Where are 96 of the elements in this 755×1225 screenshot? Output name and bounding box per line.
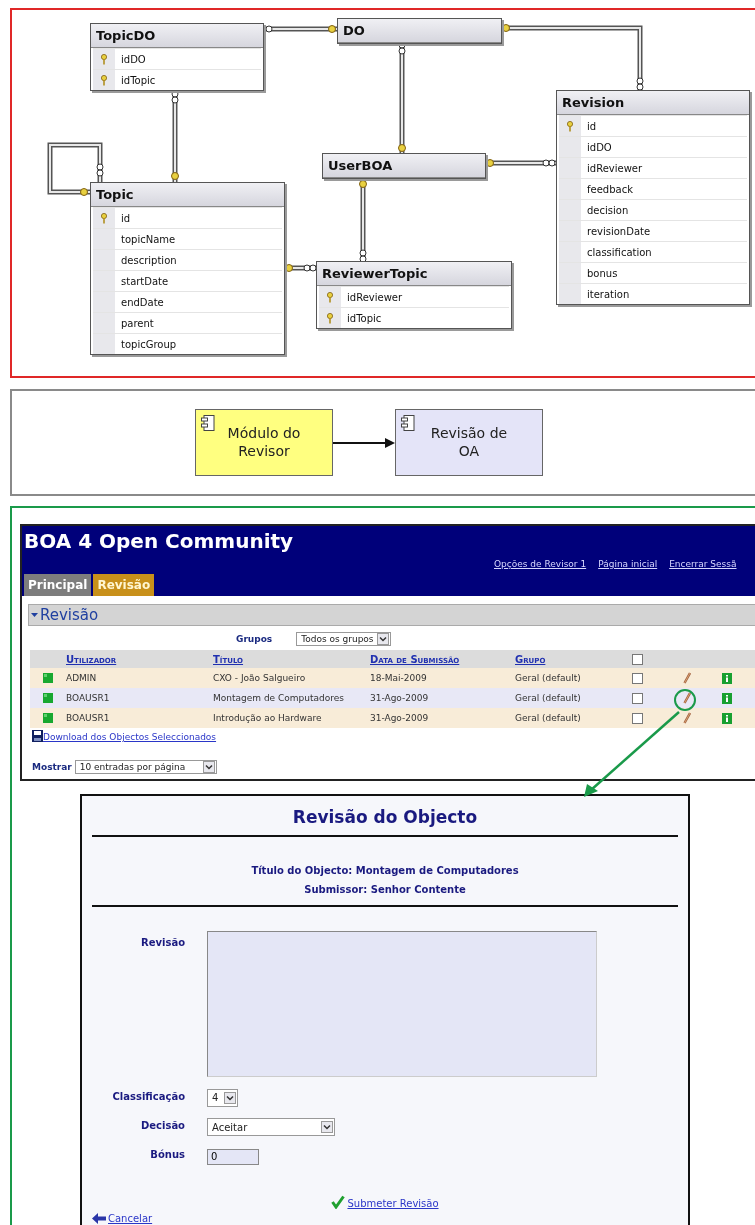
dropdown-caret-icon: [202, 761, 215, 773]
app-title: BOA 4 Open Community: [24, 528, 295, 553]
column-name: idReviewer: [586, 161, 644, 176]
row-checkbox[interactable]: [632, 692, 643, 704]
table-cell-text: 31-Ago-2009: [370, 692, 430, 705]
column-name: idTopic: [346, 311, 383, 326]
table-cell-text: Introdução ao Hardware: [213, 712, 323, 725]
section-title: Revisão: [40, 606, 99, 624]
field-label: Bónus: [149, 1149, 185, 1161]
component-box: Módulo do Revisor: [195, 409, 333, 476]
field-label: Revisão: [140, 936, 185, 948]
object-icon: [43, 713, 53, 723]
field-label: Mostrar: [32, 762, 72, 772]
info-icon[interactable]: [722, 672, 732, 684]
column-name: decision: [586, 203, 630, 218]
edit-pencil-icon[interactable]: [683, 712, 691, 724]
header-link[interactable]: Encerrar Sessã: [669, 559, 737, 569]
column-name: id: [586, 119, 598, 134]
download-link[interactable]: Download dos Objectos Seleccionados: [43, 732, 217, 742]
column-name: parent: [120, 316, 155, 331]
table-cell-text: CXO - João Salgueiro: [213, 672, 307, 685]
info-icon[interactable]: [722, 712, 732, 724]
dialog-title: Revisão do Objecto: [291, 806, 479, 829]
column-header[interactable]: Grupo: [515, 650, 632, 668]
column-name: description: [120, 253, 178, 268]
checkmark-icon: [331, 1194, 346, 1209]
dropdown-caret-icon: [321, 1121, 333, 1133]
component-icon: [201, 415, 215, 431]
key-icon: [100, 212, 108, 224]
dropdown-caret-icon: [224, 1091, 236, 1104]
table-name: UserBOA: [323, 154, 485, 178]
cancel-link[interactable]: Cancelar: [108, 1212, 153, 1224]
object-title: Título do Objecto: Montagem de Computadores: [251, 864, 519, 878]
column-name: revisionDate: [586, 224, 652, 239]
nav-tab[interactable]: Principal: [24, 574, 92, 596]
column-name: topicName: [120, 232, 177, 247]
table-cell-text: BOAUSR1: [66, 712, 111, 725]
submit-link[interactable]: Submeter Revisão: [347, 1197, 439, 1209]
column-header[interactable]: Utilizador: [66, 650, 213, 668]
column-header[interactable]: Título: [213, 650, 370, 668]
table-name: ReviewerTopic: [317, 262, 511, 286]
table-name: DO: [338, 19, 501, 43]
dropdown-caret-icon: [376, 633, 389, 645]
key-icon: [326, 312, 334, 324]
edit-pencil-icon[interactable]: [683, 672, 691, 684]
back-arrow-icon: [92, 1212, 106, 1224]
dropdown[interactable]: Aceitar: [207, 1118, 335, 1136]
column-name: idReviewer: [346, 290, 404, 305]
column-name: endDate: [120, 295, 165, 310]
table-cell-text: BOAUSR1: [66, 692, 111, 705]
arrow: [333, 437, 395, 448]
column-name: id: [120, 211, 132, 226]
column-name: idTopic: [120, 73, 157, 88]
table-cell-text: 31-Ago-2009: [370, 712, 430, 725]
column-name: idDO: [586, 140, 613, 155]
column-name: iteration: [586, 287, 631, 302]
column-header[interactable]: Data de Submissão: [370, 650, 515, 668]
column-name: classification: [586, 245, 653, 260]
header-link[interactable]: Opções de Revisor 1: [494, 559, 587, 569]
column-name: startDate: [120, 274, 170, 289]
table-name: Topic: [91, 183, 284, 207]
key-icon: [326, 291, 334, 303]
row-checkbox[interactable]: [632, 712, 643, 724]
table-name: TopicDO: [91, 24, 263, 48]
field-label: Decisão: [140, 1120, 185, 1132]
section-header[interactable]: Revisão: [28, 604, 755, 626]
groups-dropdown[interactable]: Todos os grupos: [296, 632, 391, 646]
field-label: Grupos: [236, 634, 273, 644]
table-cell-text: Geral (default): [515, 692, 582, 705]
table-name: Revision: [557, 91, 749, 115]
key-icon: [100, 53, 108, 65]
header-link[interactable]: Página inicial: [598, 559, 658, 569]
table-cell-text: Montagem de Computadores: [213, 692, 345, 705]
table-cell-text: Geral (default): [515, 712, 582, 725]
edit-pencil-icon[interactable]: [683, 692, 691, 704]
object-icon: [43, 693, 53, 703]
submitter: Submissor: Senhor Contente: [304, 883, 466, 897]
row-checkbox[interactable]: [632, 672, 643, 684]
component-icon: [401, 415, 415, 431]
select-all-checkbox[interactable]: [632, 653, 643, 665]
table-cell-text: ADMIN: [66, 672, 98, 685]
info-icon[interactable]: [722, 692, 732, 704]
bonus-input[interactable]: 0: [207, 1148, 259, 1165]
object-icon: [43, 673, 53, 683]
component-box: Revisão de OA: [395, 409, 543, 476]
column-name: idDO: [120, 52, 147, 67]
table-cell-text: 18-Mai-2009: [370, 672, 428, 685]
key-icon: [566, 120, 574, 132]
column-name: feedback: [586, 182, 634, 197]
dropdown[interactable]: 4: [207, 1088, 238, 1107]
column-name: topicGroup: [120, 337, 178, 352]
field-label: Classificação: [111, 1090, 185, 1102]
page-size-dropdown[interactable]: 10 entradas por página: [74, 760, 217, 774]
key-icon: [100, 74, 108, 86]
table-cell-text: Geral (default): [515, 672, 582, 685]
column-name: bonus: [586, 266, 619, 281]
